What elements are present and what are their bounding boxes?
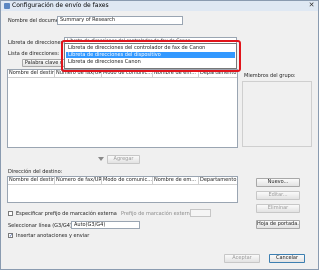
prefix-checkbox[interactable] <box>8 211 13 216</box>
prefix-field-label: Prefijo de marcación externa: <box>121 211 195 217</box>
document-name-input[interactable]: Summary of Research <box>57 16 183 25</box>
cancel-button[interactable]: Cancelar <box>269 254 305 263</box>
address-list-label: Lista de direcciones: <box>8 51 60 57</box>
line-select-value: Auto(G3/G4) <box>74 222 106 228</box>
destination-header: Nombre del destino Número de fax/URI Mod… <box>8 177 237 185</box>
column-header[interactable]: Nombre del destino <box>8 70 55 77</box>
cover-sheet-button[interactable]: Hoja de portada... <box>256 220 300 229</box>
line-select-label: Seleccionar línea (G3/G4): <box>8 223 74 229</box>
group-members-label: Miembros del grupo: <box>244 73 296 79</box>
line-select[interactable]: Auto(G3/G4) <box>71 221 140 229</box>
fax-settings-window: Configuración de envío de faxes ✕ Nombre… <box>0 0 319 270</box>
delete-button[interactable]: Eliminar <box>256 204 300 213</box>
edit-button[interactable]: Editar... <box>256 191 300 200</box>
column-header[interactable]: Modo de comunic... <box>102 177 153 184</box>
group-members-panel <box>242 81 312 147</box>
close-icon[interactable]: ✕ <box>307 2 316 9</box>
destination-table[interactable]: Nombre del destino Número de fax/URI Mod… <box>7 176 238 203</box>
column-header[interactable]: Departamento <box>199 177 237 184</box>
annotations-checkbox[interactable]: ✓ <box>8 233 13 239</box>
keyword-button[interactable]: Palabra clave d <box>22 59 66 67</box>
address-book-label: Libreta de direcciones: <box>8 40 65 46</box>
add-button[interactable]: Agregar <box>107 155 140 164</box>
prefix-checkbox-label: Especificar prefijo de marcación externa <box>16 211 117 217</box>
annotations-checkbox-label: Insertar anotaciones y enviar <box>16 233 90 239</box>
highlight-frame <box>61 40 241 72</box>
column-header[interactable]: Nombre del destino <box>8 177 55 184</box>
prefix-input[interactable] <box>190 209 211 217</box>
column-header[interactable]: Número de fax/URI <box>55 177 102 184</box>
fax-app-icon <box>4 3 10 9</box>
arrow-down-icon <box>98 157 104 161</box>
column-header[interactable]: Nombre de em... <box>153 177 199 184</box>
title-bar: Configuración de envío de faxes ✕ <box>1 1 318 11</box>
address-list-table[interactable]: Nombre del destino Número de fax/URI Mod… <box>7 69 238 148</box>
new-button[interactable]: Nuevo... <box>256 178 300 187</box>
accept-button[interactable]: Aceptar <box>224 254 260 263</box>
window-title: Configuración de envío de faxes <box>12 2 109 9</box>
keyword-label: Palabra clave d <box>24 60 64 66</box>
destination-label: Dirección del destino: <box>8 169 63 175</box>
